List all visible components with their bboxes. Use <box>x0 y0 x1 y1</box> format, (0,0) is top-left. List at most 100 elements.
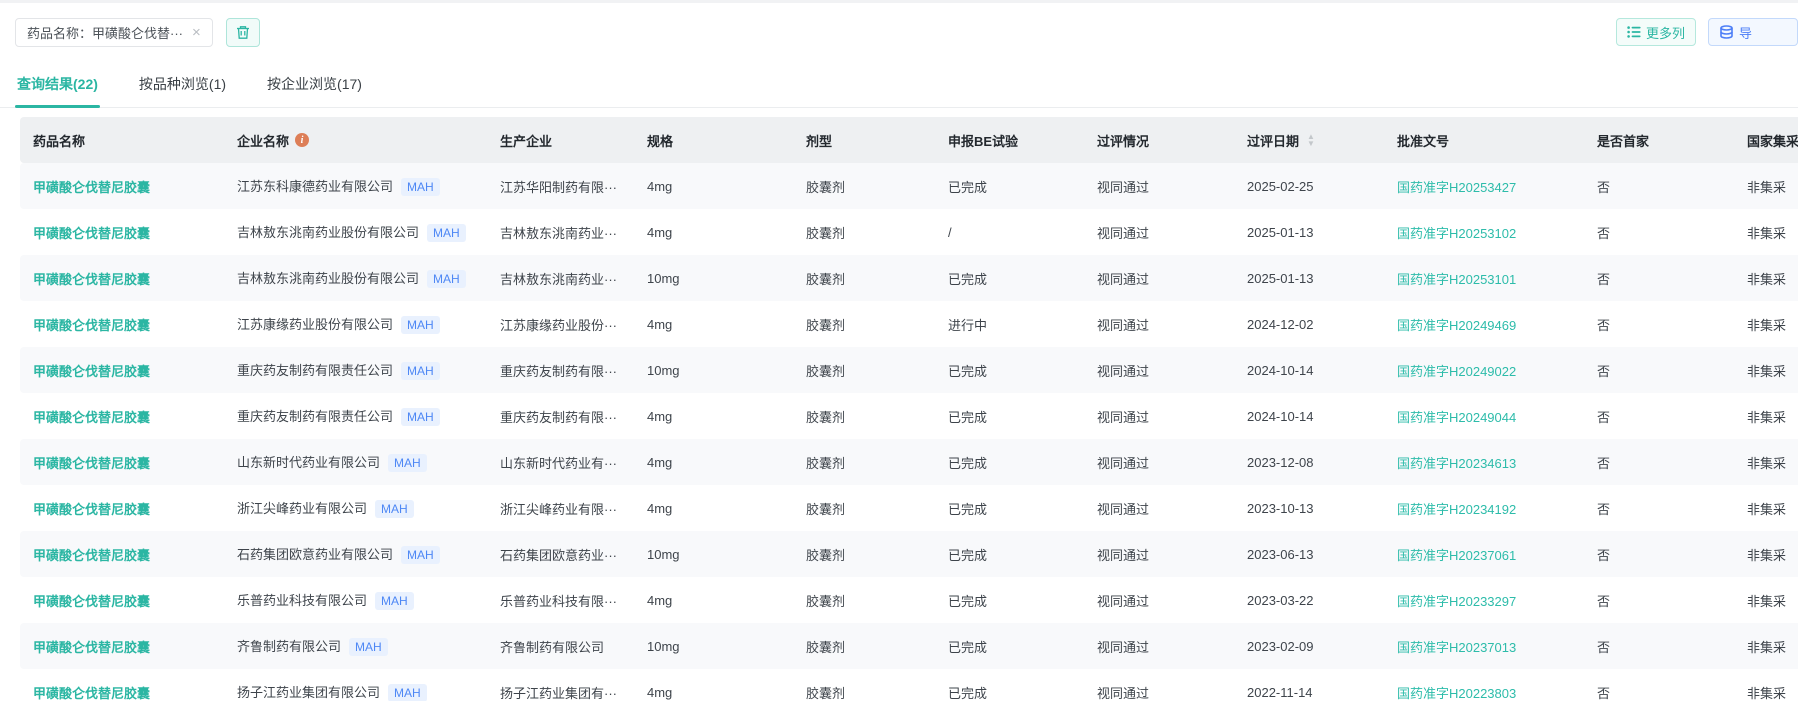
pass-date-value: 2022-11-14 <box>1234 685 1384 700</box>
table-row: 甲磺酸仑伐替尼胶囊 浙江尖峰药业有限公司MAH 浙江尖峰药业有限··· 4mg … <box>20 485 1798 531</box>
table-row: 甲磺酸仑伐替尼胶囊 吉林敖东洮南药业股份有限公司MAH 吉林敖东洮南药业··· … <box>20 255 1798 301</box>
table-body: 甲磺酸仑伐替尼胶囊 江苏东科康德药业有限公司MAH 江苏华阳制药有限··· 4m… <box>20 163 1798 701</box>
be-trial-value: 已完成 <box>935 407 1084 426</box>
pass-date-value: 2023-06-13 <box>1234 547 1384 562</box>
mah-badge: MAH <box>375 500 414 518</box>
pass-status-value: 视同通过 <box>1084 177 1234 196</box>
company-name: 齐鲁制药有限公司 <box>237 639 341 654</box>
table-header-row: 药品名称 企业名称 i 生产企业 规格 剂型 申报BE试验 过评情况 过评日期 … <box>20 117 1798 163</box>
approval-number-link[interactable]: 国药准字H20223803 <box>1397 686 1516 701</box>
approval-number-link[interactable]: 国药准字H20249044 <box>1397 410 1516 425</box>
be-trial-value: 已完成 <box>935 591 1084 610</box>
drug-name-link[interactable]: 甲磺酸仑伐替尼胶囊 <box>33 318 150 333</box>
tab-browse-by-product[interactable]: 按品种浏览(1) <box>137 68 228 107</box>
drug-name-link[interactable]: 甲磺酸仑伐替尼胶囊 <box>33 456 150 471</box>
tab-browse-by-company[interactable]: 按企业浏览(17) <box>265 68 364 107</box>
drug-name-link[interactable]: 甲磺酸仑伐替尼胶囊 <box>33 272 150 287</box>
drug-name-link[interactable]: 甲磺酸仑伐替尼胶囊 <box>33 180 150 195</box>
column-header-manufacturer[interactable]: 生产企业 <box>487 131 634 150</box>
filter-tag-drug-name[interactable]: 药品名称：甲磺酸仑伐替··· × <box>15 18 213 47</box>
is-first-value: 否 <box>1584 637 1734 656</box>
sort-icon[interactable]: ▲▼ <box>1307 133 1315 147</box>
pass-date-value: 2024-12-02 <box>1234 317 1384 332</box>
manufacturer-name: 乐普药业科技有限··· <box>487 591 634 610</box>
drug-name-link[interactable]: 甲磺酸仑伐替尼胶囊 <box>33 686 150 701</box>
table-row: 甲磺酸仑伐替尼胶囊 吉林敖东洮南药业股份有限公司MAH 吉林敖东洮南药业··· … <box>20 209 1798 255</box>
column-header-pass-date[interactable]: 过评日期 ▲▼ <box>1234 131 1384 150</box>
approval-number-link[interactable]: 国药准字H20234192 <box>1397 502 1516 517</box>
clear-filters-button[interactable] <box>226 18 260 47</box>
is-first-value: 否 <box>1584 407 1734 426</box>
approval-number-link[interactable]: 国药准字H20249469 <box>1397 318 1516 333</box>
manufacturer-name: 吉林敖东洮南药业··· <box>487 269 634 288</box>
info-icon[interactable]: i <box>295 133 309 147</box>
approval-number-link[interactable]: 国药准字H20237013 <box>1397 640 1516 655</box>
national-procurement-value: 非集采 <box>1734 407 1798 426</box>
is-first-value: 否 <box>1584 223 1734 242</box>
company-name: 乐普药业科技有限公司 <box>237 593 367 608</box>
approval-number-link[interactable]: 国药准字H20249022 <box>1397 364 1516 379</box>
column-header-drug-name[interactable]: 药品名称 <box>20 131 224 150</box>
is-first-value: 否 <box>1584 177 1734 196</box>
drug-name-link[interactable]: 甲磺酸仑伐替尼胶囊 <box>33 594 150 609</box>
dosage-form-value: 胶囊剂 <box>793 223 935 242</box>
spec-value: 4mg <box>634 593 793 608</box>
be-trial-value: 已完成 <box>935 683 1084 701</box>
more-columns-button[interactable]: 更多列 <box>1616 18 1696 46</box>
be-trial-value: 已完成 <box>935 361 1084 380</box>
close-icon[interactable]: × <box>192 25 201 40</box>
tab-query-results[interactable]: 查询结果(22) <box>15 68 100 107</box>
is-first-value: 否 <box>1584 315 1734 334</box>
company-name: 石药集团欧意药业有限公司 <box>237 547 393 562</box>
national-procurement-value: 非集采 <box>1734 315 1798 334</box>
drug-name-link[interactable]: 甲磺酸仑伐替尼胶囊 <box>33 640 150 655</box>
pass-date-value: 2025-01-13 <box>1234 271 1384 286</box>
national-procurement-value: 非集采 <box>1734 177 1798 196</box>
filter-tag-label: 药品名称：甲磺酸仑伐替··· <box>27 23 183 42</box>
column-header-is-first[interactable]: 是否首家 <box>1584 131 1734 150</box>
is-first-value: 否 <box>1584 453 1734 472</box>
national-procurement-value: 非集采 <box>1734 683 1798 701</box>
manufacturer-name: 石药集团欧意药业··· <box>487 545 634 564</box>
spec-value: 10mg <box>634 363 793 378</box>
export-button[interactable]: 导 <box>1708 18 1798 46</box>
mah-badge: MAH <box>427 224 466 242</box>
column-header-dosage-form[interactable]: 剂型 <box>793 131 935 150</box>
table-row: 甲磺酸仑伐替尼胶囊 重庆药友制药有限责任公司MAH 重庆药友制药有限··· 4m… <box>20 393 1798 439</box>
dosage-form-value: 胶囊剂 <box>793 361 935 380</box>
drug-name-link[interactable]: 甲磺酸仑伐替尼胶囊 <box>33 548 150 563</box>
column-header-pass-status[interactable]: 过评情况 <box>1084 131 1234 150</box>
table-row: 甲磺酸仑伐替尼胶囊 重庆药友制药有限责任公司MAH 重庆药友制药有限··· 10… <box>20 347 1798 393</box>
be-trial-value: 已完成 <box>935 545 1084 564</box>
spec-value: 4mg <box>634 685 793 700</box>
national-procurement-value: 非集采 <box>1734 453 1798 472</box>
approval-number-link[interactable]: 国药准字H20234613 <box>1397 456 1516 471</box>
pass-date-value: 2023-03-22 <box>1234 593 1384 608</box>
column-header-company-name[interactable]: 企业名称 i <box>224 131 487 150</box>
drug-name-link[interactable]: 甲磺酸仑伐替尼胶囊 <box>33 226 150 241</box>
dosage-form-value: 胶囊剂 <box>793 407 935 426</box>
drug-name-link[interactable]: 甲磺酸仑伐替尼胶囊 <box>33 410 150 425</box>
column-header-spec[interactable]: 规格 <box>634 131 793 150</box>
approval-number-link[interactable]: 国药准字H20253101 <box>1397 272 1516 287</box>
approval-number-link[interactable]: 国药准字H20233297 <box>1397 594 1516 609</box>
column-header-national-procurement[interactable]: 国家集采 <box>1734 131 1798 150</box>
drug-name-link[interactable]: 甲磺酸仑伐替尼胶囊 <box>33 364 150 379</box>
approval-number-link[interactable]: 国药准字H20237061 <box>1397 548 1516 563</box>
approval-number-link[interactable]: 国药准字H20253102 <box>1397 226 1516 241</box>
be-trial-value: / <box>935 225 1084 240</box>
national-procurement-value: 非集采 <box>1734 269 1798 288</box>
mah-badge: MAH <box>401 546 440 564</box>
is-first-value: 否 <box>1584 361 1734 380</box>
company-name: 山东新时代药业有限公司 <box>237 455 380 470</box>
is-first-value: 否 <box>1584 683 1734 701</box>
company-name: 浙江尖峰药业有限公司 <box>237 501 367 516</box>
approval-number-link[interactable]: 国药准字H20253427 <box>1397 180 1516 195</box>
be-trial-value: 已完成 <box>935 499 1084 518</box>
pass-status-value: 视同通过 <box>1084 683 1234 701</box>
drug-name-link[interactable]: 甲磺酸仑伐替尼胶囊 <box>33 502 150 517</box>
table-row: 甲磺酸仑伐替尼胶囊 齐鲁制药有限公司MAH 齐鲁制药有限公司 10mg 胶囊剂 … <box>20 623 1798 669</box>
column-header-approval-number[interactable]: 批准文号 <box>1384 131 1584 150</box>
column-header-be-trial[interactable]: 申报BE试验 <box>935 131 1084 150</box>
mah-badge: MAH <box>401 178 440 196</box>
